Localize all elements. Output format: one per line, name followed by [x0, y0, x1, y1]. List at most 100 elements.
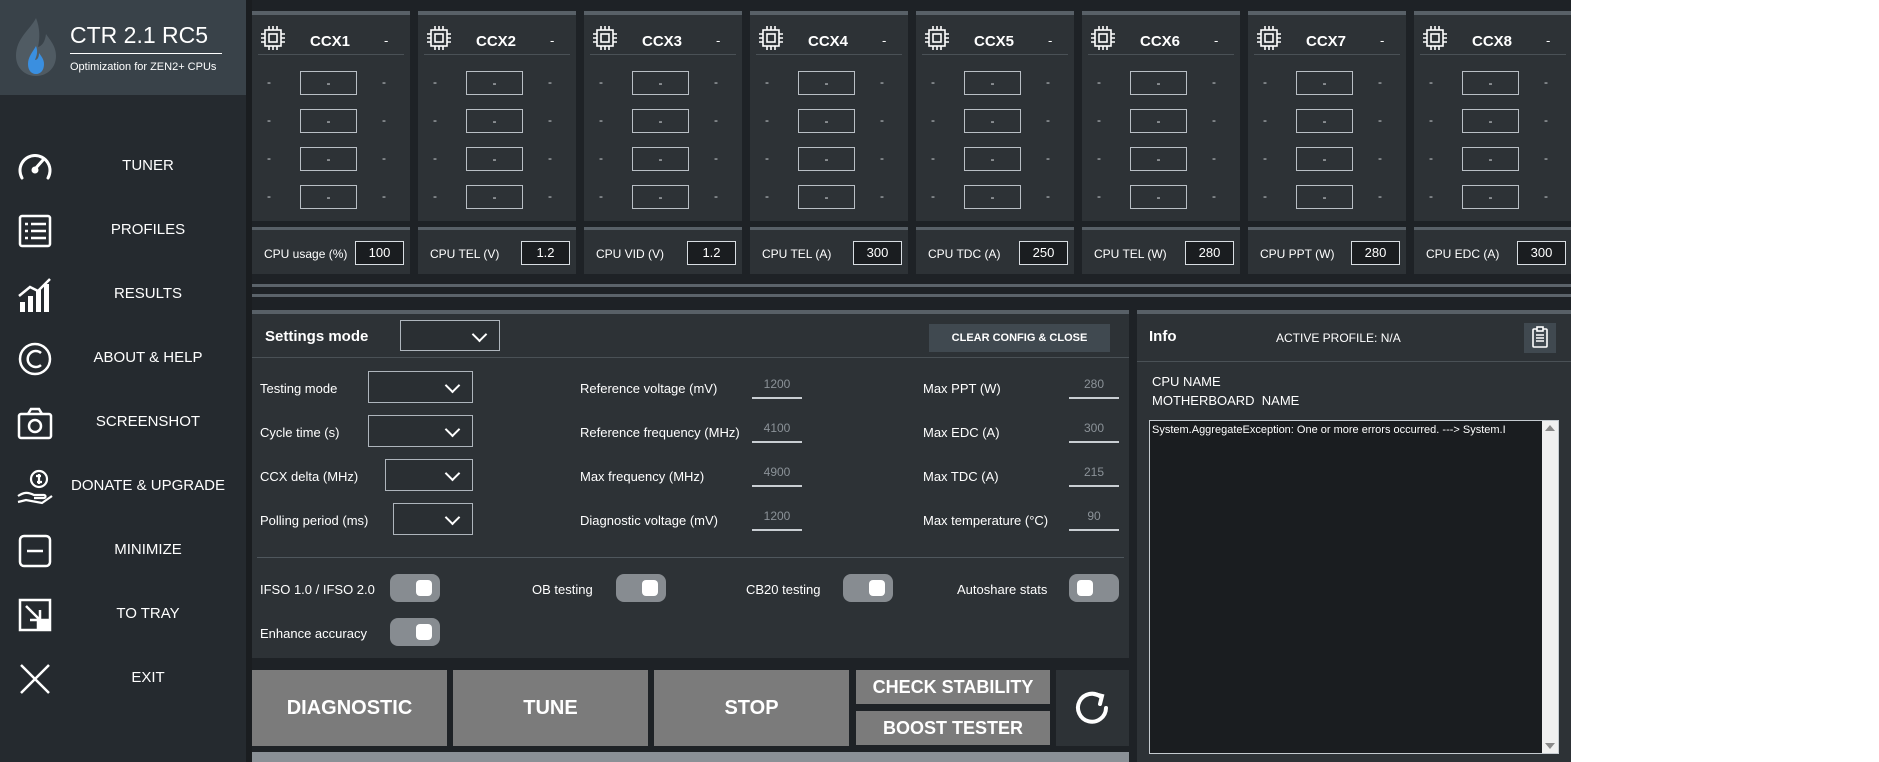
max-ppt-field[interactable]: 280 — [1069, 373, 1119, 399]
core-frequency-field[interactable]: - — [466, 185, 523, 209]
ccx-card: CCX7 - - - - - - - - - - - - - — [1248, 11, 1406, 221]
core-frequency-field[interactable]: - — [964, 185, 1021, 209]
list-icon — [18, 214, 52, 248]
core-frequency-field[interactable]: - — [1296, 109, 1353, 133]
core-left-value: - — [267, 113, 271, 127]
nav-minimize[interactable]: MINIMIZE — [0, 522, 246, 580]
core-frequency-field[interactable]: - — [1130, 109, 1187, 133]
metric-value[interactable]: 250 — [1019, 241, 1068, 265]
scroll-up-icon[interactable] — [1545, 425, 1555, 431]
stop-button[interactable]: STOP — [654, 670, 849, 746]
core-right-value: - — [880, 113, 884, 127]
core-frequency-field[interactable]: - — [1296, 71, 1353, 95]
nav-tuner[interactable]: TUNER — [0, 138, 246, 196]
core-left-value: - — [1097, 75, 1101, 89]
core-frequency-field[interactable]: - — [1462, 109, 1519, 133]
core-frequency-field[interactable]: - — [466, 71, 523, 95]
core-frequency-field[interactable]: - — [1462, 71, 1519, 95]
boost-tester-button[interactable]: BOOST TESTER — [856, 711, 1050, 745]
tune-button[interactable]: TUNE — [453, 670, 648, 746]
nav-results[interactable]: RESULTS — [0, 266, 246, 324]
max-tdc-field[interactable]: 215 — [1069, 461, 1119, 487]
cycle-time-dropdown[interactable] — [368, 415, 473, 447]
clear-config-close-button[interactable]: CLEAR CONFIG & CLOSE — [929, 324, 1110, 352]
core-right-value: - — [548, 75, 552, 89]
core-frequency-field[interactable]: - — [1296, 185, 1353, 209]
core-frequency-field[interactable]: - — [798, 109, 855, 133]
reference-voltage-field[interactable]: 1200 — [752, 373, 802, 399]
core-frequency-field[interactable]: - — [1130, 147, 1187, 171]
core-frequency-field[interactable]: - — [1296, 147, 1353, 171]
core-frequency-field[interactable]: - — [798, 71, 855, 95]
cb20-testing-toggle[interactable] — [843, 574, 893, 602]
core-frequency-field[interactable]: - — [300, 185, 357, 209]
core-frequency-field[interactable]: - — [466, 147, 523, 171]
autoshare-stats-toggle[interactable] — [1069, 574, 1119, 602]
chevron-down-icon — [444, 465, 461, 482]
metric-value[interactable]: 280 — [1351, 241, 1400, 265]
core-frequency-field[interactable]: - — [798, 185, 855, 209]
max-temperature-field[interactable]: 90 — [1069, 505, 1119, 531]
scroll-down-icon[interactable] — [1545, 743, 1555, 749]
core-left-value: - — [1429, 151, 1433, 165]
settings-divider — [257, 557, 1124, 558]
diagnostic-button[interactable]: DIAGNOSTIC — [252, 670, 447, 746]
core-frequency-field[interactable]: - — [964, 109, 1021, 133]
core-right-value: - — [880, 151, 884, 165]
max-edc-field[interactable]: 300 — [1069, 417, 1119, 443]
core-frequency-field[interactable]: - — [300, 147, 357, 171]
polling-period-dropdown[interactable] — [393, 503, 473, 535]
core-right-value: - — [1212, 113, 1216, 127]
metric-value[interactable]: 300 — [853, 241, 902, 265]
refresh-button[interactable] — [1056, 670, 1129, 746]
core-left-value: - — [1097, 113, 1101, 127]
core-frequency-field[interactable]: - — [300, 109, 357, 133]
core-frequency-field[interactable]: - — [798, 147, 855, 171]
testing-mode-dropdown[interactable] — [368, 371, 473, 403]
metric-value[interactable]: 300 — [1517, 241, 1566, 265]
core-frequency-field[interactable]: - — [632, 71, 689, 95]
nav-exit[interactable]: EXIT — [0, 650, 246, 708]
core-frequency-field[interactable]: - — [1130, 185, 1187, 209]
metric-value[interactable]: 280 — [1185, 241, 1234, 265]
settings-mode-dropdown[interactable] — [400, 320, 500, 351]
check-stability-button[interactable]: CHECK STABILITY — [856, 670, 1050, 704]
metric-cpu-vid: CPU VID (V) 1.2 — [584, 227, 742, 274]
core-frequency-field[interactable]: - — [632, 147, 689, 171]
core-frequency-field[interactable]: - — [632, 185, 689, 209]
nav-to-tray[interactable]: TO TRAY — [0, 586, 246, 644]
enhance-accuracy-toggle[interactable] — [390, 618, 440, 646]
copy-log-button[interactable] — [1524, 323, 1556, 353]
core-row: --- — [1414, 71, 1571, 95]
core-frequency-field[interactable]: - — [1130, 71, 1187, 95]
log-scrollbar[interactable] — [1542, 421, 1558, 753]
core-left-value: - — [931, 151, 935, 165]
ifso-toggle[interactable] — [390, 574, 440, 602]
cb20-testing-label: CB20 testing — [746, 582, 821, 597]
nav-about-help[interactable]: ABOUT & HELP — [0, 330, 246, 388]
core-frequency-field[interactable]: - — [1462, 147, 1519, 171]
metric-value[interactable]: 1.2 — [521, 241, 570, 265]
core-frequency-field[interactable]: - — [632, 109, 689, 133]
nav-profiles[interactable]: PROFILES — [0, 202, 246, 260]
metric-value[interactable]: 100 — [355, 241, 404, 265]
ccx-status: - — [1048, 33, 1053, 48]
core-frequency-field[interactable]: - — [466, 109, 523, 133]
ccx-name: CCX4 — [808, 33, 849, 50]
nav-donate-upgrade[interactable]: DONATE & UPGRADE — [0, 458, 246, 516]
max-frequency-field[interactable]: 4900 — [752, 461, 802, 487]
metric-value[interactable]: 1.2 — [687, 241, 736, 265]
nav-screenshot[interactable]: SCREENSHOT — [0, 394, 246, 452]
core-frequency-field[interactable]: - — [300, 71, 357, 95]
core-frequency-field[interactable]: - — [964, 71, 1021, 95]
reference-frequency-field[interactable]: 4100 — [752, 417, 802, 443]
core-frequency-field[interactable]: - — [1462, 185, 1519, 209]
core-right-value: - — [1378, 113, 1382, 127]
ccx-delta-dropdown[interactable] — [385, 459, 473, 491]
diagnostic-voltage-field[interactable]: 1200 — [752, 505, 802, 531]
ob-testing-toggle[interactable] — [616, 574, 666, 602]
testing-mode-label: Testing mode — [260, 381, 338, 396]
log-textarea[interactable]: System.AggregateException: One or more e… — [1149, 420, 1559, 754]
motherboard-name-text: MOTHERBOARD NAME — [1152, 393, 1300, 408]
core-frequency-field[interactable]: - — [964, 147, 1021, 171]
